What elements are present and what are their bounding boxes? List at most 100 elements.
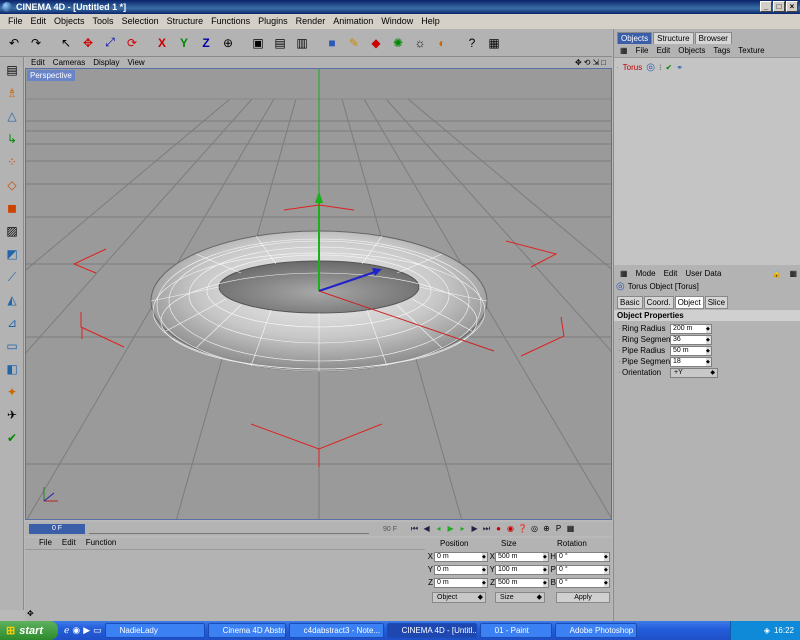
- current-frame-field[interactable]: 0 F: [29, 524, 85, 534]
- enabled-check-icon[interactable]: ✔: [666, 63, 673, 72]
- workplane-icon[interactable]: ▭: [2, 336, 22, 356]
- om-menu-objects[interactable]: Objects: [678, 46, 705, 55]
- menu-animation[interactable]: Animation: [329, 14, 377, 29]
- viewport-menu-view[interactable]: View: [127, 58, 144, 67]
- light-icon[interactable]: ◐: [432, 33, 452, 53]
- menu-structure[interactable]: Structure: [163, 14, 208, 29]
- tab-objects[interactable]: Objects: [617, 32, 653, 44]
- menu-render[interactable]: Render: [292, 14, 330, 29]
- tab-slice[interactable]: Slice: [704, 296, 729, 309]
- viewport-navigation-icons[interactable]: ✥⟲⇲□: [575, 58, 612, 67]
- menu-help[interactable]: Help: [417, 14, 444, 29]
- scene-icon[interactable]: ☼: [410, 33, 430, 53]
- menu-window[interactable]: Window: [377, 14, 417, 29]
- y-axis-lock-icon[interactable]: Y: [174, 33, 194, 53]
- tray-icon[interactable]: ◈: [764, 626, 770, 635]
- viewport-menu-edit[interactable]: Edit: [31, 58, 45, 67]
- cube-object-icon[interactable]: ■: [322, 33, 342, 53]
- viewport-menu-cameras[interactable]: Cameras: [53, 58, 85, 67]
- menu-edit[interactable]: Edit: [27, 14, 51, 29]
- minimize-button[interactable]: _: [760, 1, 772, 12]
- next-key-icon[interactable]: ▶: [469, 524, 480, 534]
- tab-browser[interactable]: Browser: [694, 32, 732, 44]
- show-desktop-icon[interactable]: ▭: [93, 625, 102, 636]
- spline-icon[interactable]: ✎: [344, 33, 364, 53]
- material-menu-function[interactable]: Function: [86, 538, 117, 549]
- use-texture-axis-icon[interactable]: ↳: [2, 129, 22, 149]
- material-manager-area[interactable]: [25, 549, 425, 609]
- perspective-viewport[interactable]: Perspective: [25, 68, 612, 520]
- material-menu-edit[interactable]: Edit: [62, 538, 76, 549]
- new-panel-icon[interactable]: ▦: [789, 269, 800, 278]
- go-to-end-icon[interactable]: ⏭: [481, 524, 492, 534]
- x-axis-lock-icon[interactable]: X: [152, 33, 172, 53]
- animation-dot-icon[interactable]: ·: [618, 335, 621, 344]
- pipe-radius-field[interactable]: 50 m ◆: [670, 346, 712, 356]
- size-y-field[interactable]: 100 m ◆: [495, 565, 549, 575]
- scale-tool-icon[interactable]: ⤢: [100, 33, 120, 53]
- task-nadielady[interactable]: NadieLady: [104, 623, 205, 638]
- grid-menu-icon[interactable]: ▦: [620, 269, 628, 278]
- size-x-field[interactable]: 500 m ◆: [495, 552, 549, 562]
- tab-coord[interactable]: Coord.: [643, 296, 674, 309]
- rotation-b-field[interactable]: 0 ° ◆: [556, 578, 610, 588]
- visibility-dots-icon[interactable]: ⁝: [659, 63, 662, 72]
- tweak-mode-icon[interactable]: ◭: [2, 290, 22, 310]
- use-animation-tool-icon[interactable]: ▨: [2, 221, 22, 241]
- om-menu-texture[interactable]: Texture: [738, 46, 764, 55]
- next-frame-icon[interactable]: ▸: [457, 524, 468, 534]
- parameter-key-icon[interactable]: P: [553, 524, 564, 534]
- timeline-menu-icon[interactable]: ▦: [565, 524, 576, 534]
- autokey-icon[interactable]: ❓: [517, 524, 528, 534]
- animation-dot-icon[interactable]: ·: [618, 324, 621, 333]
- ring-segments-field[interactable]: 36 ◆: [670, 335, 712, 345]
- task-paint[interactable]: 01 - Paint: [479, 623, 552, 638]
- task-notepad[interactable]: c4dabstract3 - Note...: [288, 623, 384, 638]
- help-icon[interactable]: ?: [462, 33, 482, 53]
- snap-icon[interactable]: ⊿: [2, 313, 22, 333]
- use-object-tool-icon[interactable]: ♗: [2, 83, 22, 103]
- record-icon[interactable]: ●: [493, 524, 504, 534]
- om-menu-edit[interactable]: Edit: [656, 46, 670, 55]
- record-position-icon[interactable]: ◉: [505, 524, 516, 534]
- am-menu-user-data[interactable]: User Data: [685, 269, 721, 278]
- media-player-icon[interactable]: ▶: [83, 625, 90, 636]
- tab-basic[interactable]: Basic: [617, 296, 643, 309]
- size-mode-dropdown[interactable]: Size ◆: [495, 592, 545, 603]
- menu-functions[interactable]: Functions: [207, 14, 254, 29]
- pipe-segments-field[interactable]: 18 ◆: [670, 357, 712, 367]
- rotate-tool-icon[interactable]: ⟳: [122, 33, 142, 53]
- animation-dot-icon[interactable]: ·: [618, 357, 621, 366]
- undo-icon[interactable]: ↶: [4, 33, 24, 53]
- enable-axis-icon[interactable]: ⟋: [2, 267, 22, 287]
- render-region-icon[interactable]: ▤: [270, 33, 290, 53]
- quantize-icon[interactable]: ✦: [2, 382, 22, 402]
- previous-key-icon[interactable]: ◀: [421, 524, 432, 534]
- om-menu-tags[interactable]: Tags: [713, 46, 730, 55]
- play-icon[interactable]: ▶: [445, 524, 456, 534]
- browser-icon[interactable]: ◉: [72, 625, 80, 636]
- rotation-p-field[interactable]: 0 ° ◆: [556, 565, 610, 575]
- menu-selection[interactable]: Selection: [118, 14, 163, 29]
- use-texture-tool-icon[interactable]: △: [2, 106, 22, 126]
- task-cinema4d-abstract[interactable]: Cinema 4D Abstract...: [207, 623, 286, 638]
- position-y-field[interactable]: 0 m ◆: [434, 565, 488, 575]
- nurbs-icon[interactable]: ◆: [366, 33, 386, 53]
- viewport-menu-display[interactable]: Display: [93, 58, 119, 67]
- z-axis-lock-icon[interactable]: Z: [196, 33, 216, 53]
- keyframe-selection-icon[interactable]: ◎: [529, 524, 540, 534]
- menu-objects[interactable]: Objects: [50, 14, 89, 29]
- grid-snap-icon[interactable]: ✔: [2, 428, 22, 448]
- start-button[interactable]: ⊞ start: [0, 621, 58, 640]
- object-list[interactable]: · Torus ◎ ⁝ ✔ ⚭: [614, 57, 800, 265]
- position-key-icon[interactable]: ⊕: [541, 524, 552, 534]
- lock-workplane-icon[interactable]: ✈: [2, 405, 22, 425]
- use-model-tool-icon[interactable]: ▤: [2, 60, 22, 80]
- maximize-button[interactable]: □: [773, 1, 785, 12]
- task-cinema4d-active[interactable]: CINEMA 4D - [Untitl...: [386, 623, 477, 638]
- coordinate-system-icon[interactable]: ⊕: [218, 33, 238, 53]
- apply-button[interactable]: Apply: [556, 592, 610, 603]
- task-photoshop[interactable]: Adobe Photoshop: [554, 623, 637, 638]
- render-picture-viewer-icon[interactable]: ▥: [292, 33, 312, 53]
- redo-icon[interactable]: ↷: [26, 33, 46, 53]
